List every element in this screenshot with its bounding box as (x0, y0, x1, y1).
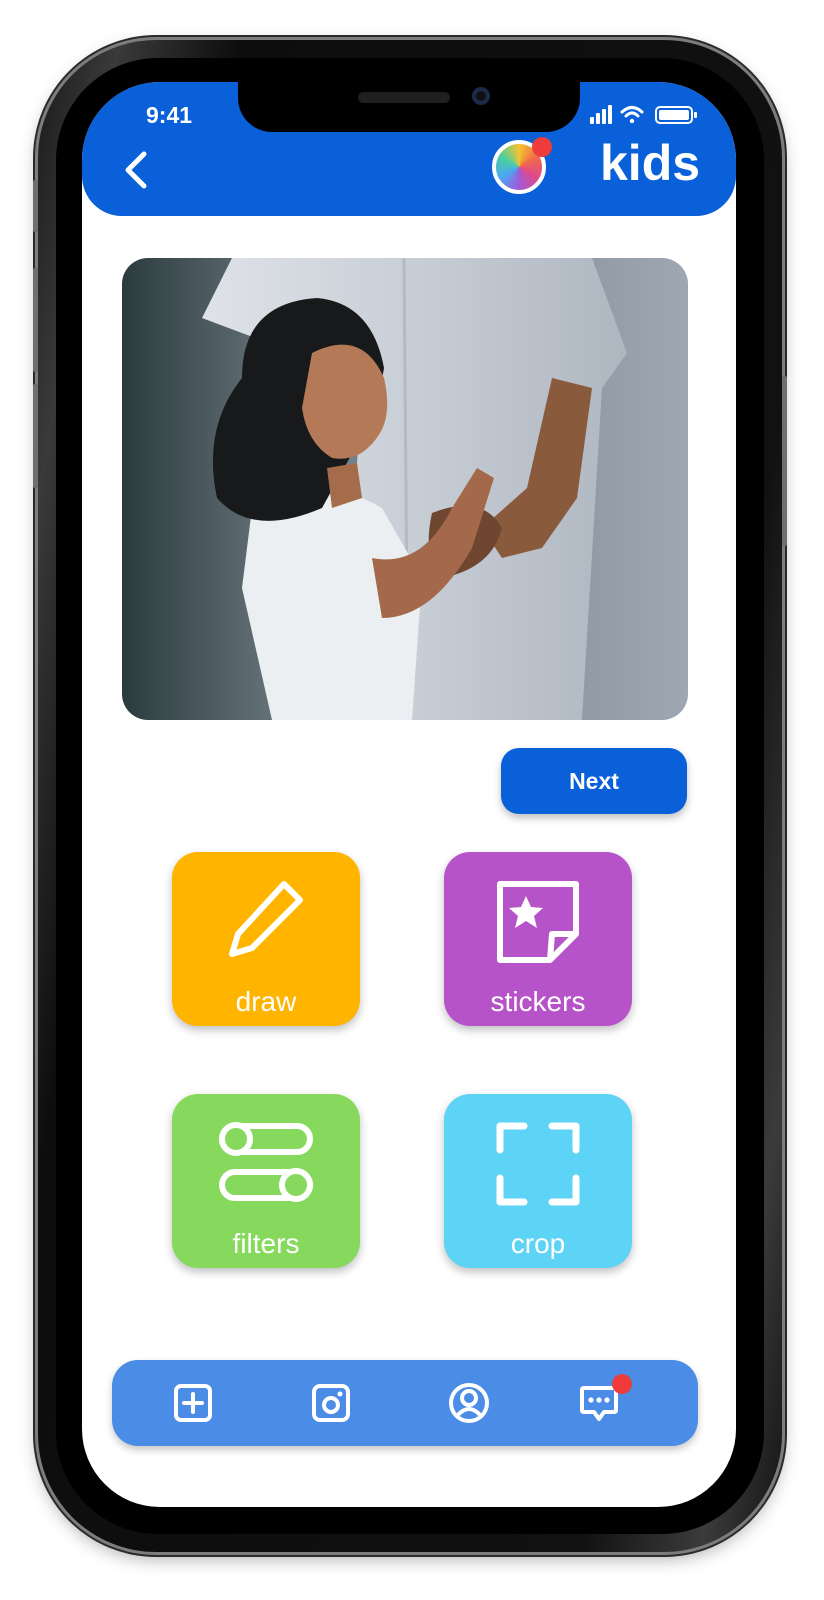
add-square-icon[interactable] (172, 1382, 214, 1424)
volume-down-button (33, 384, 38, 488)
speaker (358, 92, 450, 103)
phone-frame: 9:41 kids Next draw stickers filters cro… (33, 40, 787, 1552)
photo-preview (122, 258, 688, 720)
notch (238, 82, 580, 132)
pencil-icon (229, 881, 303, 957)
crop-tool-button[interactable]: crop (444, 1094, 632, 1268)
bottom-navigation (112, 1360, 698, 1446)
sticker-icon (497, 881, 579, 963)
camera-icon[interactable] (310, 1382, 352, 1424)
volume-up-button (33, 268, 38, 372)
screen: 9:41 kids Next draw stickers filters cro… (82, 82, 736, 1507)
crop-label: crop (510, 1228, 566, 1259)
next-button[interactable]: Next (501, 748, 687, 814)
crop-icon (496, 1122, 580, 1206)
battery-icon (655, 106, 697, 124)
draw-label: draw (235, 986, 297, 1017)
status-icons (590, 105, 697, 124)
filters-label: filters (232, 1228, 300, 1259)
photo-image (122, 258, 688, 720)
brand-logo: kids (600, 135, 701, 191)
notification-dot (532, 137, 552, 157)
power-button (782, 376, 787, 546)
stickers-label: stickers (490, 986, 586, 1017)
mute-switch (33, 180, 38, 232)
stickers-tool-button[interactable]: stickers (444, 852, 632, 1026)
app-header: 9:41 kids (82, 82, 736, 216)
profile-icon[interactable] (448, 1382, 490, 1424)
filters-tool-button[interactable]: filters (172, 1094, 360, 1268)
wifi-icon (620, 106, 644, 124)
sliders-icon (219, 1122, 313, 1202)
draw-tool-button[interactable]: draw (172, 852, 360, 1026)
chat-notification-dot (612, 1374, 632, 1394)
back-chevron-icon[interactable] (120, 148, 152, 192)
front-camera (472, 87, 490, 105)
signal-icon (590, 105, 612, 124)
status-time: 9:41 (146, 102, 193, 128)
